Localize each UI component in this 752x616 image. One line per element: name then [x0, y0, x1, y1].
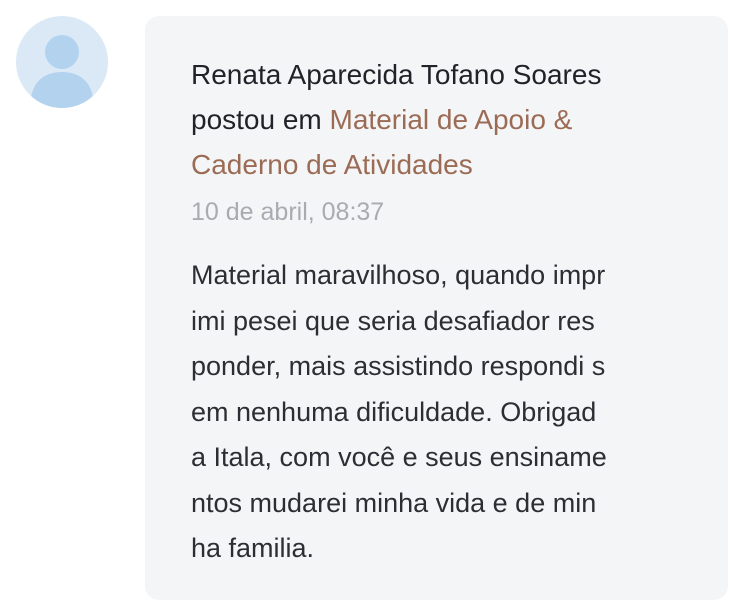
post-content-line: imi pesei que seria desafiador res [191, 305, 595, 336]
post-header: Renata Aparecida Tofano Soares postou em… [191, 52, 691, 187]
activity-feed-item: Renata Aparecida Tofano Soares postou em… [0, 0, 752, 616]
post-content-line: Material maravilhoso, quando impr [191, 260, 606, 290]
post-content-line: a Itala, com você e seus ensiname [191, 442, 607, 472]
author-name[interactable]: Renata Aparecida Tofano Soares [191, 59, 601, 90]
post-timestamp[interactable]: 10 de abril, 08:37 [191, 192, 384, 232]
post-content-line: ponder, mais assistindo respondi s [191, 351, 606, 381]
group-link-line1[interactable]: Material de Apoio & [330, 104, 573, 135]
group-link-line2[interactable]: Caderno de Atividades [191, 149, 473, 180]
user-silhouette-icon [30, 35, 94, 108]
post-content-line: ha familia. [191, 533, 315, 563]
post-action: postou em [191, 104, 322, 135]
post-card: Renata Aparecida Tofano Soares postou em… [145, 16, 728, 600]
post-content-line: em nenhuma dificuldade. Obrigad [191, 396, 597, 427]
post-content: Material maravilhoso, quando impr imi pe… [191, 253, 701, 572]
post-content-line: ntos mudarei minha vida e de min [191, 487, 597, 518]
avatar[interactable] [16, 16, 108, 108]
